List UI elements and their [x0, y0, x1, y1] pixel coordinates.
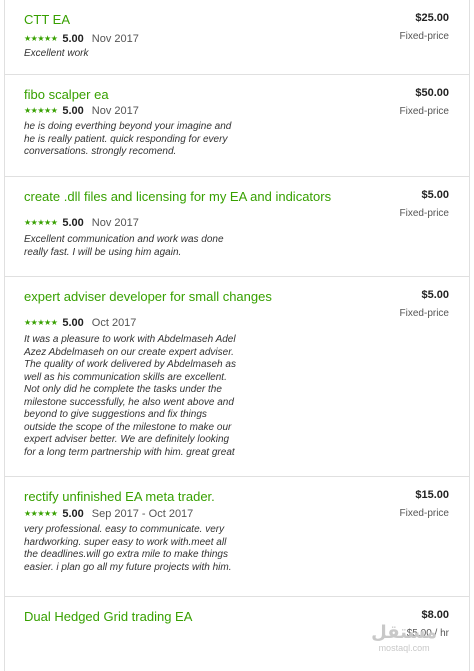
rating-row: ★★★★★ 5.00 Nov 2017: [24, 32, 139, 46]
star-rating-icon: ★★★★★: [24, 106, 58, 115]
review-text: very professional. easy to communicate. …: [24, 524, 232, 573]
job-price: $15.00: [415, 489, 449, 501]
rating-row: ★★★★★ 5.00 Nov 2017: [24, 216, 139, 230]
rating-score: 5.00: [62, 508, 84, 520]
list-item: rectify unfinished EA meta trader. ★★★★★…: [5, 477, 469, 597]
job-date: Oct 2017: [91, 317, 137, 329]
job-price: $25.00: [415, 12, 449, 24]
job-date: Sep 2017 - Oct 2017: [91, 508, 194, 520]
job-date: Nov 2017: [91, 217, 139, 229]
rating-row: ★★★★★ 5.00 Nov 2017: [24, 104, 139, 118]
job-price: $5.00: [421, 189, 449, 201]
review-text: Excellent work: [24, 48, 89, 59]
job-price: $8.00: [421, 609, 449, 621]
job-date: Nov 2017: [91, 33, 139, 45]
price-type: Fixed-price: [399, 508, 449, 519]
site-watermark: مستقل mostaql.com: [371, 622, 437, 654]
rating-score: 5.00: [62, 217, 84, 229]
star-rating-icon: ★★★★★: [24, 218, 58, 227]
price-type: Fixed-price: [399, 308, 449, 319]
watermark-url: mostaql.com: [378, 643, 430, 653]
price-type: Fixed-price: [399, 106, 449, 117]
rating-score: 5.00: [62, 317, 84, 329]
rating-score: 5.00: [62, 105, 84, 117]
job-title-link[interactable]: Dual Hedged Grid trading EA: [24, 609, 354, 625]
job-date: Nov 2017: [91, 105, 139, 117]
review-text: Excellent communication and work was don…: [24, 234, 224, 258]
rating-row: ★★★★★ 5.00 Sep 2017 - Oct 2017: [24, 507, 193, 521]
list-item: expert adviser developer for small chang…: [5, 277, 469, 477]
star-rating-icon: ★★★★★: [24, 509, 58, 518]
job-title-link[interactable]: rectify unfinished EA meta trader.: [24, 489, 354, 505]
job-price: $50.00: [415, 87, 449, 99]
list-item: CTT EA ★★★★★ 5.00 Nov 2017 Excellent wor…: [5, 0, 469, 75]
price-type: Fixed-price: [399, 208, 449, 219]
job-title-link[interactable]: expert adviser developer for small chang…: [24, 289, 354, 305]
rating-row: ★★★★★ 5.00 Oct 2017: [24, 316, 136, 330]
list-item: create .dll files and licensing for my E…: [5, 177, 469, 277]
review-text: It was a pleasure to work with Abdelmase…: [24, 334, 236, 458]
price-type: Fixed-price: [399, 31, 449, 42]
work-history-list: CTT EA ★★★★★ 5.00 Nov 2017 Excellent wor…: [4, 0, 470, 671]
star-rating-icon: ★★★★★: [24, 34, 58, 43]
list-item: fibo scalper ea ★★★★★ 5.00 Nov 2017 he i…: [5, 75, 469, 177]
star-rating-icon: ★★★★★: [24, 318, 58, 327]
job-title-link[interactable]: fibo scalper ea: [24, 87, 354, 103]
job-title-link[interactable]: CTT EA: [24, 12, 354, 28]
review-text: he is doing everthing beyond your imagin…: [24, 121, 232, 157]
watermark-logo: مستقل: [371, 622, 437, 643]
rating-score: 5.00: [62, 33, 84, 45]
job-title-link[interactable]: create .dll files and licensing for my E…: [24, 189, 354, 205]
job-price: $5.00: [421, 289, 449, 301]
